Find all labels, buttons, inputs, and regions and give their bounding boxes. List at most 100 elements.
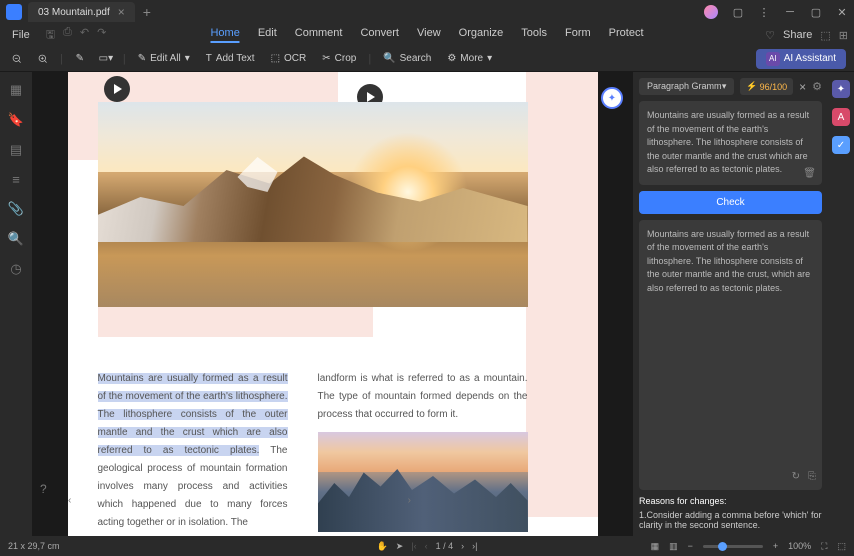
first-page-icon[interactable]: |‹	[411, 541, 416, 551]
zoom-out-icon[interactable]	[8, 50, 26, 68]
ai-output-text: Mountains are usually formed as a result…	[639, 220, 822, 491]
chevron-down-icon: ▾	[722, 81, 727, 92]
file-menu[interactable]: File	[6, 27, 36, 43]
body-text-1: The geological process of mountain forma…	[98, 445, 288, 528]
zoom-in-status-icon[interactable]: +	[773, 541, 778, 551]
bookmarks-icon[interactable]: 🔖	[8, 112, 24, 128]
search-side-icon[interactable]: 🔍	[8, 231, 24, 247]
print-icon[interactable]: ⎙	[63, 26, 72, 45]
new-tab-button[interactable]: +	[143, 4, 151, 20]
app-icon	[6, 4, 22, 20]
view-mode-2-icon[interactable]: ▥	[669, 541, 678, 552]
prev-page-nav[interactable]: ‹	[68, 495, 71, 506]
view-mode-1-icon[interactable]: ▦	[651, 541, 660, 552]
fit-width-icon[interactable]: ⛶	[821, 541, 827, 552]
share-icon-2[interactable]: ⊞	[839, 29, 848, 42]
zoom-level[interactable]: 100%	[788, 541, 811, 551]
document-tab[interactable]: 03 Mountain.pdf ×	[28, 2, 135, 22]
zoom-out-status-icon[interactable]: −	[688, 541, 693, 551]
document-viewport[interactable]: Mountains are usually formed as a result…	[32, 72, 633, 536]
check-button[interactable]: Check	[639, 191, 822, 214]
menu-form[interactable]: Form	[565, 27, 591, 43]
ai-assistant-button[interactable]: AI AI Assistant	[756, 49, 846, 69]
redo-icon[interactable]: ↷	[97, 26, 106, 45]
menu-edit[interactable]: Edit	[258, 27, 277, 43]
help-icon[interactable]: ?	[40, 482, 47, 496]
secondary-mountain-image	[318, 432, 528, 532]
close-tab-icon[interactable]: ×	[118, 5, 125, 19]
reasons-section: Reasons for changes: 1.Consider adding a…	[639, 496, 822, 530]
menu-view[interactable]: View	[417, 27, 441, 43]
ai-input-text[interactable]: Mountains are usually formed as a result…	[639, 101, 822, 185]
share-icon-1[interactable]: ⬚	[820, 29, 830, 42]
delete-icon[interactable]: 🗑	[803, 166, 816, 181]
refresh-icon[interactable]: ↻	[792, 469, 800, 484]
zoom-slider[interactable]	[703, 545, 763, 548]
menu-protect[interactable]: Protect	[609, 27, 644, 43]
ai-context-badge[interactable]: ✦	[601, 87, 623, 109]
menu-organize[interactable]: Organize	[459, 27, 504, 43]
right-sidebar: ✦ A ✓	[828, 72, 854, 536]
ai-badge-icon: AI	[766, 52, 780, 66]
ocr-button[interactable]: ⬚ OCR	[267, 51, 311, 66]
ai-tab-icon[interactable]: ✦	[832, 80, 850, 98]
select-tool-icon[interactable]: ➤	[396, 541, 404, 552]
next-page-icon[interactable]: ›	[461, 541, 464, 551]
close-window-button[interactable]: ✕	[830, 0, 854, 24]
ai-panel: Paragraph Gramm▾ ⚡96/100 × ⚙ Mountains a…	[633, 72, 828, 536]
layers-icon[interactable]: ≡	[12, 172, 20, 187]
play-button-1[interactable]	[104, 76, 130, 102]
menu-comment[interactable]: Comment	[295, 27, 343, 43]
attachments-icon[interactable]: 📎	[8, 201, 24, 217]
text-column-2[interactable]: landform is what is referred to as a mou…	[318, 370, 528, 424]
toolbar: | ✎ ▭▾ | ✎ Edit All▾ T Add Text ⬚ OCR ✂ …	[0, 46, 854, 72]
prev-page-icon[interactable]: ‹	[425, 541, 428, 551]
maximize-button[interactable]: ▢	[804, 0, 828, 24]
main-menu: Home Edit Comment Convert View Organize …	[210, 27, 643, 43]
menu-home[interactable]: Home	[210, 27, 239, 43]
menu-icon[interactable]: ⋮	[752, 0, 776, 24]
stamp-icon[interactable]: ◷	[10, 261, 21, 277]
body-text-2: landform is what is referred to as a mou…	[318, 373, 528, 420]
search-button[interactable]: 🔍 Search	[379, 51, 435, 66]
user-avatar[interactable]	[704, 5, 718, 19]
title-bar: 03 Mountain.pdf × + ▢ ⋮ ─ ▢ ✕	[0, 0, 854, 24]
highlighted-selection: Mountains are usually formed as a result…	[98, 373, 288, 456]
save-icon[interactable]: 🖫	[46, 26, 55, 45]
menu-convert[interactable]: Convert	[360, 27, 399, 43]
next-page-nav[interactable]: ›	[408, 495, 411, 506]
fullscreen-icon[interactable]: ⬚	[837, 541, 846, 552]
reason-item: 1.Consider adding a comma before 'which'…	[639, 510, 822, 530]
menu-bar: File 🖫 ⎙ ↶ ↷ Home Edit Comment Convert V…	[0, 24, 854, 46]
last-page-icon[interactable]: ›|	[472, 541, 477, 551]
minimize-button[interactable]: ─	[778, 0, 802, 24]
notification-icon[interactable]: ▢	[726, 0, 750, 24]
text-column-1[interactable]: Mountains are usually formed as a result…	[98, 370, 288, 532]
ai-score-badge: ⚡96/100	[740, 78, 793, 95]
zoom-in-icon[interactable]	[34, 50, 52, 68]
undo-icon[interactable]: ↶	[80, 26, 89, 45]
lightbulb-icon[interactable]: ♡	[765, 29, 775, 42]
close-panel-icon[interactable]: ×	[799, 80, 806, 94]
share-button[interactable]: Share	[783, 29, 812, 41]
decorative-block-3	[98, 307, 373, 337]
ai-mode-dropdown[interactable]: Paragraph Gramm▾	[639, 78, 734, 95]
tab-title: 03 Mountain.pdf	[38, 7, 110, 18]
shape-icon[interactable]: ▭▾	[97, 51, 115, 66]
thumbnails-icon[interactable]: ▦	[10, 82, 22, 98]
hand-tool-icon[interactable]: ✋	[377, 541, 388, 552]
pdf-page: Mountains are usually formed as a result…	[68, 72, 598, 536]
highlight-icon[interactable]: ✎	[71, 51, 89, 66]
copy-icon[interactable]: ⎘	[808, 469, 816, 484]
comments-icon[interactable]: ▤	[10, 142, 22, 158]
translate-tab-icon[interactable]: A	[832, 108, 850, 126]
more-button[interactable]: ⚙ More▾	[443, 51, 496, 66]
left-sidebar: ▦ 🔖 ▤ ≡ 📎 🔍 ◷	[0, 72, 32, 536]
menu-tools[interactable]: Tools	[521, 27, 547, 43]
panel-settings-icon[interactable]: ⚙	[812, 80, 822, 93]
crop-button[interactable]: ✂ Crop	[318, 51, 360, 66]
add-text-button[interactable]: T Add Text	[202, 51, 259, 66]
edit-all-button[interactable]: ✎ Edit All▾	[134, 51, 194, 66]
page-indicator[interactable]: 1 / 4	[436, 541, 454, 551]
grammar-tab-icon[interactable]: ✓	[832, 136, 850, 154]
